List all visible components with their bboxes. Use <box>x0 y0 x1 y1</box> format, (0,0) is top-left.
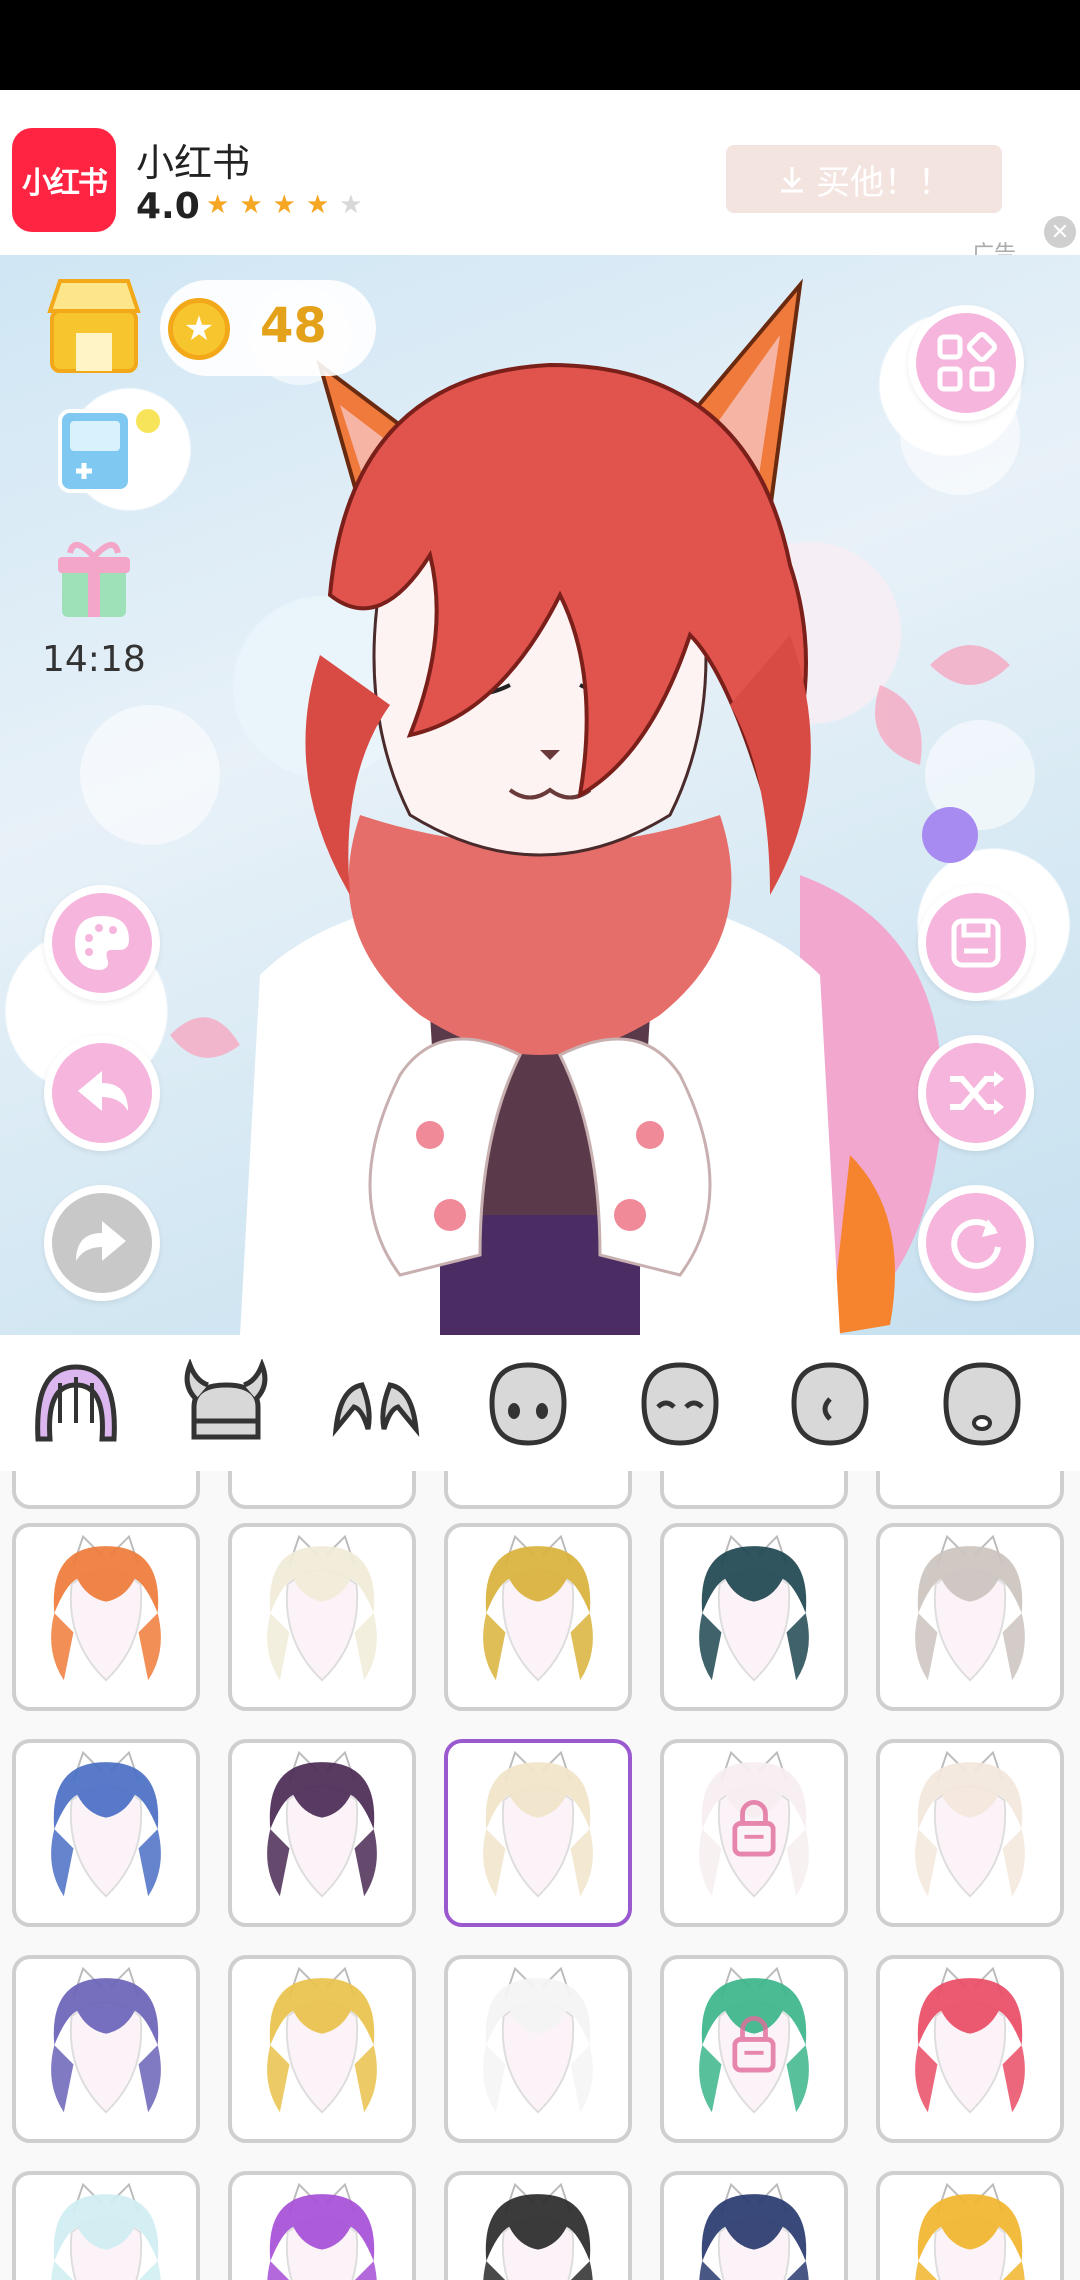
randomize-button[interactable] <box>918 1035 1034 1151</box>
undo-button[interactable] <box>44 1035 160 1151</box>
hair-style-thumbnail <box>915 2182 1025 2280</box>
color-palette-button[interactable] <box>44 885 160 1001</box>
grid-item-partial[interactable] <box>444 1471 632 1509</box>
download-icon <box>781 167 803 193</box>
ad-download-button[interactable]: 买他！！ <box>726 145 1002 213</box>
grid-item-partial[interactable] <box>660 1471 848 1509</box>
gift-timer: 14:18 <box>42 639 146 680</box>
shop-icon[interactable] <box>46 275 142 375</box>
ad-banner[interactable]: 小红书 小红书 4.0 ★★★★★ 买他！！ ✕ <box>0 90 1080 255</box>
hair-style-thumbnail <box>699 2182 809 2280</box>
ad-rating: 4.0 <box>136 186 200 227</box>
hair-style-thumbnail <box>699 1534 809 1682</box>
hair-style-grid <box>0 1471 1080 2280</box>
hair-style-item[interactable] <box>12 1739 200 1927</box>
character-preview: ★ 48 14:18 <box>0 255 1080 1335</box>
hair-style-item[interactable] <box>876 1523 1064 1711</box>
hair-style-item[interactable] <box>12 1955 200 2143</box>
hair-style-thumbnail <box>267 1750 377 1898</box>
hair-style-item[interactable] <box>876 1739 1064 1927</box>
tab-horns[interactable] <box>178 1357 274 1453</box>
hair-style-thumbnail <box>51 1966 161 2114</box>
ears-icon <box>332 1382 420 1437</box>
hair-style-thumbnail <box>699 1966 809 2114</box>
hair-style-thumbnail <box>915 1750 1025 1898</box>
hair-style-thumbnail <box>483 2182 593 2280</box>
hair-style-thumbnail <box>51 2182 161 2280</box>
hair-style-item[interactable] <box>228 1739 416 1927</box>
hair-style-thumbnail <box>51 1534 161 1682</box>
tab-nose[interactable] <box>782 1357 878 1453</box>
reset-button[interactable] <box>918 1185 1034 1301</box>
face-profile-icon <box>791 1362 869 1446</box>
tab-eyebrows[interactable] <box>632 1357 728 1453</box>
ad-rating-stars: ★★★★★ <box>206 190 373 220</box>
status-bar <box>0 0 1080 90</box>
face-closed-eyes-icon <box>641 1362 719 1446</box>
hair-style-thumbnail <box>483 1966 593 2114</box>
face-mouth-icon <box>943 1362 1021 1446</box>
tab-ears[interactable] <box>328 1357 424 1453</box>
horns-helmet-icon <box>184 1359 268 1440</box>
hair-style-item[interactable] <box>660 1955 848 2143</box>
save-icon <box>951 918 1001 968</box>
coin-balance[interactable]: ★ 48 <box>160 280 376 376</box>
hair-style-item[interactable] <box>444 2171 632 2280</box>
hair-style-item[interactable] <box>228 1955 416 2143</box>
hair-style-thumbnail <box>267 2182 377 2280</box>
gift-icon[interactable] <box>56 535 132 621</box>
hair-style-thumbnail <box>699 1750 809 1898</box>
hair-style-thumbnail <box>267 1534 377 1682</box>
hair-style-thumbnail <box>267 1966 377 2114</box>
hair-style-item[interactable] <box>660 2171 848 2280</box>
ad-download-label: 买他！！ <box>816 162 952 203</box>
tab-eyes[interactable] <box>480 1357 576 1453</box>
redo-arrow-icon <box>76 1221 126 1261</box>
hair-style-item[interactable] <box>660 1739 848 1927</box>
hair-icon <box>35 1364 117 1442</box>
hair-style-thumbnail <box>51 1750 161 1898</box>
undo-arrow-icon <box>78 1071 128 1111</box>
hair-style-item[interactable] <box>444 1955 632 2143</box>
hair-style-item[interactable] <box>660 1523 848 1711</box>
grid-menu-icon <box>937 332 997 392</box>
redo-button[interactable] <box>44 1185 160 1301</box>
menu-button[interactable] <box>908 305 1024 421</box>
ad-app-name: 小红书 <box>136 141 251 185</box>
hair-style-item[interactable] <box>12 1523 200 1711</box>
save-button[interactable] <box>918 885 1034 1001</box>
grid-item-partial[interactable] <box>12 1471 200 1509</box>
hair-style-item[interactable] <box>12 2171 200 2280</box>
hair-style-item[interactable] <box>876 1955 1064 2143</box>
tab-hair[interactable] <box>28 1357 124 1453</box>
ad-close-icon[interactable]: ✕ <box>1044 216 1076 248</box>
hair-style-thumbnail <box>915 1534 1025 1682</box>
hair-style-thumbnail <box>483 1750 593 1898</box>
hair-style-item[interactable] <box>876 2171 1064 2280</box>
refresh-icon <box>951 1219 1001 1269</box>
face-eyes-icon <box>489 1362 567 1446</box>
minigame-icon[interactable] <box>56 405 162 495</box>
palette-icon <box>75 916 129 970</box>
grid-item-partial[interactable] <box>228 1471 416 1509</box>
hair-style-item[interactable] <box>228 2171 416 2280</box>
category-tabs <box>0 1335 1080 1471</box>
hair-style-item[interactable] <box>444 1523 632 1711</box>
hair-style-item[interactable] <box>228 1523 416 1711</box>
grid-item-partial[interactable] <box>876 1471 1064 1509</box>
hair-style-thumbnail <box>915 1966 1025 2114</box>
coin-count: 48 <box>260 298 327 354</box>
app-screen: { "ad": { "app_name": "小红书", "logo_text"… <box>0 0 1080 2280</box>
coin-icon: ★ <box>168 298 230 360</box>
character-illustration <box>80 278 1035 1335</box>
tab-mouth[interactable] <box>934 1357 1030 1453</box>
hair-style-thumbnail <box>483 1534 593 1682</box>
ad-app-logo[interactable]: 小红书 <box>12 128 116 232</box>
hair-style-item[interactable] <box>444 1739 632 1927</box>
shuffle-icon <box>950 1071 1004 1115</box>
